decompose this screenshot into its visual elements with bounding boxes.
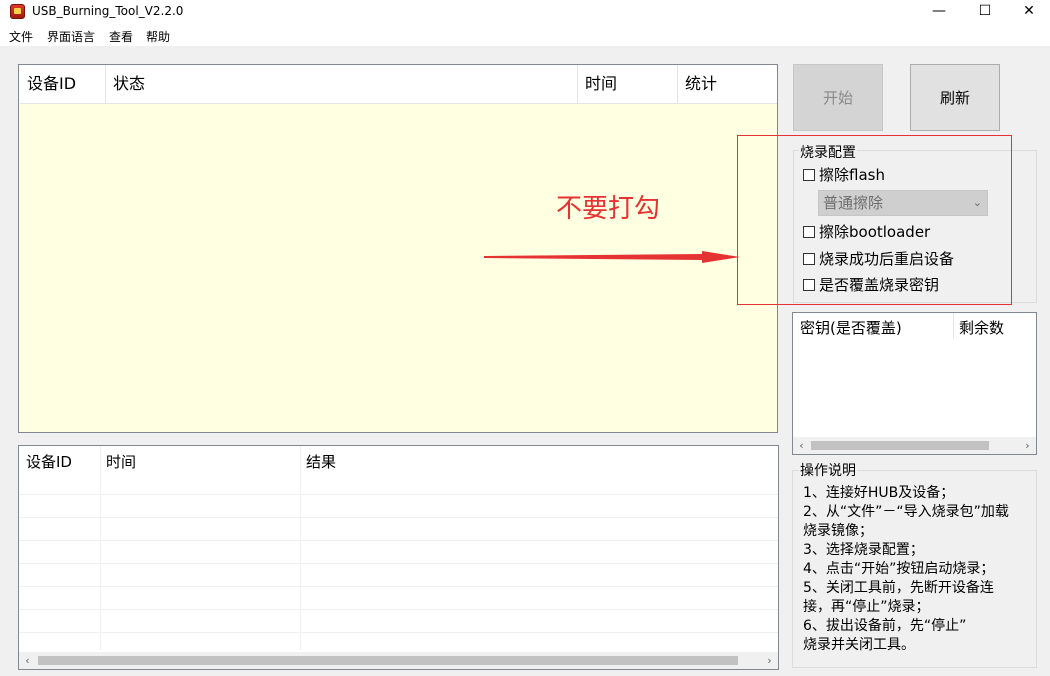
menu-file[interactable]: 文件 [9,28,33,45]
scroll-thumb[interactable] [38,656,738,665]
scroll-left-icon[interactable]: ‹ [19,652,36,669]
column-time[interactable]: 时间 [578,65,678,103]
result-column-time[interactable]: 时间 [106,451,136,472]
result-table-scrollbar[interactable]: ‹ › [19,652,778,669]
grid-line [19,632,778,633]
scroll-left-icon[interactable]: ‹ [793,437,810,454]
help-line: 4、点击“开始”按钮启动烧录； [803,561,995,577]
scroll-right-icon[interactable]: › [761,652,778,669]
grid-line [100,446,101,650]
help-line: 烧录镜像； [803,523,873,539]
result-column-result[interactable]: 结果 [306,451,336,472]
help-line: 烧录并关闭工具。 [803,637,915,653]
maximize-button[interactable]: ☐ [962,0,1008,24]
title-bar: USB_Burning_Tool_V2.2.0 — ☐ ✕ [0,0,1050,24]
key-table-scrollbar[interactable]: ‹ › [793,437,1036,454]
key-table[interactable]: 密钥(是否覆盖) 剩余数 ‹ › [792,312,1037,455]
result-table[interactable]: 设备ID 时间 结果 ‹ › [18,445,779,670]
grid-line [19,563,778,564]
grid-line [19,494,778,495]
help-line: 3、选择烧录配置； [803,542,924,558]
window-title: USB_Burning_Tool_V2.2.0 [32,4,184,18]
refresh-button[interactable]: 刷新 [910,64,1000,131]
help-line: 6、拔出设备前，先“停止” [803,618,967,634]
menu-bar: 文件 界面语言 查看 帮助 [0,24,1050,46]
column-status[interactable]: 状态 [106,65,578,103]
scroll-thumb[interactable] [811,441,989,450]
column-remaining[interactable]: 剩余数 [959,317,1004,338]
grid-line [19,586,778,587]
grid-line [19,609,778,610]
grid-line [300,446,301,650]
grid-line [19,540,778,541]
menu-language[interactable]: 界面语言 [47,28,95,45]
grid-line [19,517,778,518]
column-key[interactable]: 密钥(是否覆盖) [800,317,902,338]
column-stats[interactable]: 统计 [678,65,777,103]
help-line: 2、从“文件”－“导入烧录包”加载 [803,504,1009,520]
result-column-device-id[interactable]: 设备ID [26,451,72,472]
start-button[interactable]: 开始 [793,64,883,131]
scroll-right-icon[interactable]: › [1019,437,1036,454]
help-line: 5、关闭工具前，先断开设备连 [803,580,994,596]
help-line: 1、连接好HUB及设备； [803,485,955,501]
header-divider [20,103,777,104]
annotation-arrow-icon [484,251,740,263]
menu-view[interactable]: 查看 [109,28,133,45]
column-divider [953,313,954,339]
menu-help[interactable]: 帮助 [146,28,170,45]
close-button[interactable]: ✕ [1006,0,1050,24]
app-icon [10,4,25,19]
arrow-shape [484,251,740,263]
annotation-text: 不要打勾 [556,194,661,224]
annotation-highlight-box [737,135,1012,305]
column-device-id[interactable]: 设备ID [20,65,106,103]
help-line: 接，再“停止”烧录； [803,599,930,615]
minimize-button[interactable]: — [916,0,962,24]
help-title: 操作说明 [799,460,857,480]
